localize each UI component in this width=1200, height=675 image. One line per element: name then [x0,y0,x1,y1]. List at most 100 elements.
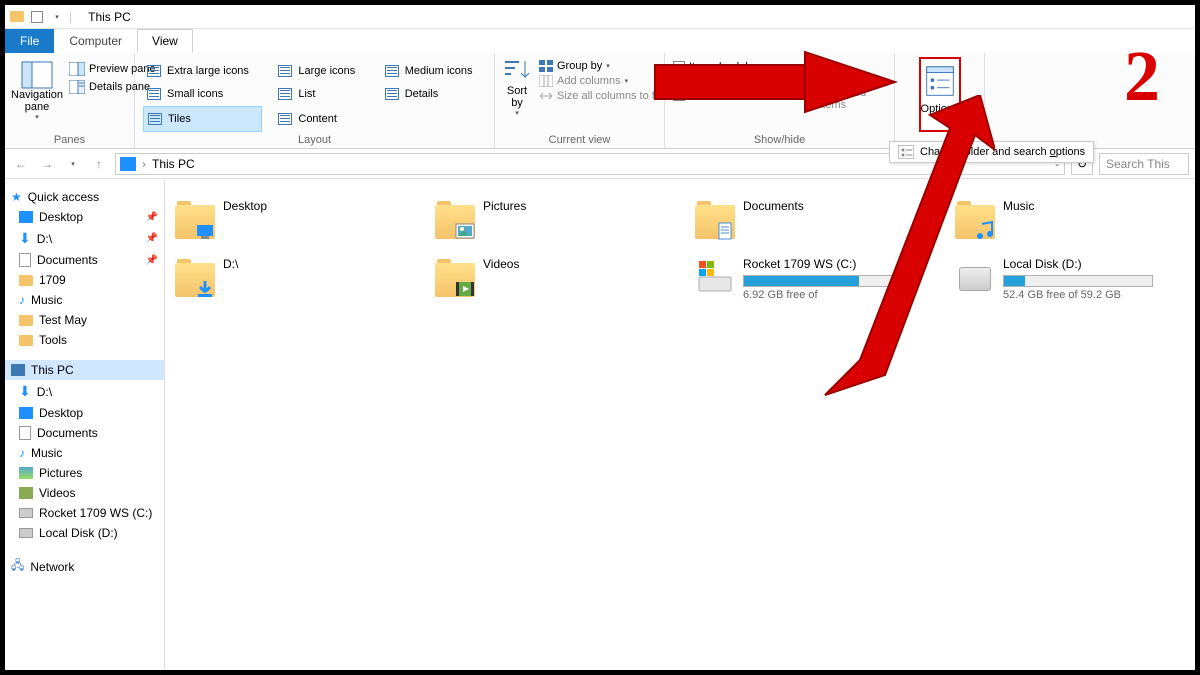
videos-folder-icon [435,257,475,297]
folder-icon [19,315,33,326]
group-current-view: Sort by ▾ Group by ▾ Add columns ▾ Size … [495,53,665,148]
sidebar-this-pc-desktop[interactable]: Desktop [5,403,164,423]
pc-icon [11,364,25,376]
tile-music[interactable]: Music [955,199,1175,239]
folder-icon [19,335,33,346]
music-icon: ♪ [19,446,25,460]
chevron-down-icon: ▾ [515,109,519,117]
chevron-down-icon: ▾ [35,113,39,121]
sidebar-item-documents[interactable]: Documents📌 [5,250,164,270]
group-show-hide: Item check boxes File name extensions Hi… [665,53,895,148]
nav-forward-button[interactable]: → [37,154,57,174]
title-bar: ▾ | This PC [5,5,1195,29]
tile-desktop[interactable]: Desktop [175,199,395,239]
sidebar-item-tools[interactable]: Tools [5,330,164,350]
sort-by-button[interactable]: Sort by ▾ [503,57,531,132]
sidebar-this-pc-pictures[interactable]: Pictures [5,463,164,483]
chevron-right-icon: › [142,157,146,171]
qat-checkbox-icon[interactable] [29,9,45,25]
pictures-folder-icon [435,199,475,239]
sidebar-network[interactable]: 🖧Network [5,553,164,580]
sidebar-this-pc-ddrive[interactable]: Local Disk (D:) [5,523,164,543]
pictures-icon [19,467,33,479]
desktop-icon [19,407,33,419]
layout-extra-large[interactable]: Extra large icons [143,59,262,83]
star-icon: ★ [11,190,22,204]
layout-list[interactable]: List [274,83,368,107]
group-by-button[interactable]: Group by ▾ [537,59,662,73]
tile-drive-d[interactable]: Local Disk (D:) 52.4 GB free of 59.2 GB [955,257,1175,301]
add-columns-button[interactable]: Add columns ▾ [537,74,662,88]
disk-icon [19,528,33,538]
drive-usage-bar [1003,275,1153,287]
disk-icon [955,257,995,297]
group-options: Options ▾ Change folder and search optio… [895,53,985,148]
size-all-columns-button[interactable]: Size all columns to fit [537,89,662,103]
desktop-folder-icon [175,199,215,239]
download-icon: ⬇ [19,230,31,247]
tile-drive-c[interactable]: Rocket 1709 WS (C:) 6.92 GB free of [695,257,915,301]
pc-icon [120,157,136,171]
sidebar-item-music[interactable]: ♪Music [5,290,164,310]
layout-large[interactable]: Large icons [274,59,368,83]
documents-folder-icon [695,199,735,239]
navigation-pane-button[interactable]: Navigation pane ▾ [13,57,61,132]
sidebar-this-pc-documents[interactable]: Documents [5,423,164,443]
group-show-hide-label: Show/hide [673,132,886,148]
sidebar-this-pc-videos[interactable]: Videos [5,483,164,503]
tile-pictures[interactable]: Pictures [435,199,655,239]
ribbon-tabs: File Computer View [5,29,1195,53]
tile-documents[interactable]: Documents [695,199,915,239]
document-icon [19,426,31,440]
search-input[interactable]: Search This [1099,153,1189,175]
disk-icon [19,508,33,518]
sidebar-item-testmay[interactable]: Test May [5,310,164,330]
hidden-items-toggle[interactable]: Hidden items [673,89,793,101]
file-ext-toggle[interactable]: File name extensions [673,75,793,87]
sidebar-this-pc[interactable]: This PC [5,360,164,380]
layout-small[interactable]: Small icons [143,83,262,107]
content-area: Desktop Pictures Documents Music [165,179,1195,670]
options-label: Options [921,101,959,117]
crumb-this-pc[interactable]: This PC [152,157,195,171]
group-panes: Navigation pane ▾ Preview pane Details p… [5,53,135,148]
videos-icon [19,487,33,499]
sidebar: ★Quick access Desktop📌 ⬇D:\📌 Documents📌 … [5,179,165,670]
pin-icon: 📌 [146,255,158,266]
drive-usage-bar [743,275,893,287]
music-icon: ♪ [19,293,25,307]
group-current-view-label: Current view [503,132,656,148]
sidebar-this-pc-d[interactable]: ⬇D:\ [5,380,164,403]
sidebar-quick-access[interactable]: ★Quick access [5,187,164,207]
nav-up-button[interactable]: ↑ [89,154,109,174]
sidebar-item-desktop[interactable]: Desktop📌 [5,207,164,227]
nav-back-button[interactable]: ← [11,154,31,174]
qat-dropdown-icon[interactable]: ▾ [49,9,65,25]
options-button[interactable]: Options ▾ [919,57,961,132]
qat-folder-icon [9,9,25,25]
layout-details[interactable]: Details [381,83,486,107]
download-folder-icon [175,257,215,297]
sidebar-item-d-drive[interactable]: ⬇D:\📌 [5,227,164,250]
tab-file[interactable]: File [5,29,54,53]
windows-disk-icon [695,257,735,297]
pin-icon: 📌 [146,212,158,223]
navigation-pane-label: Navigation pane [11,89,63,113]
tab-computer[interactable]: Computer [54,29,137,53]
document-icon [19,253,31,267]
group-layout: Extra large icons Large icons Medium ico… [135,53,495,148]
chevron-down-icon: ▾ [938,117,942,125]
tile-d-folder[interactable]: D:\ [175,257,395,301]
options-tooltip: Change folder and search options [889,141,1094,163]
layout-content[interactable]: Content [274,106,368,132]
sidebar-item-1709[interactable]: 1709 [5,270,164,290]
layout-medium[interactable]: Medium icons [381,59,486,83]
sidebar-this-pc-cdrive[interactable]: Rocket 1709 WS (C:) [5,503,164,523]
item-checkboxes-toggle[interactable]: Item check boxes [673,61,793,73]
tile-videos[interactable]: Videos [435,257,655,301]
hide-selected-button[interactable]: Hide selected items [799,57,867,132]
nav-recent-button[interactable]: ▾ [63,154,83,174]
tab-view[interactable]: View [137,29,193,53]
sidebar-this-pc-music[interactable]: ♪Music [5,443,164,463]
layout-tiles[interactable]: Tiles [143,106,262,132]
